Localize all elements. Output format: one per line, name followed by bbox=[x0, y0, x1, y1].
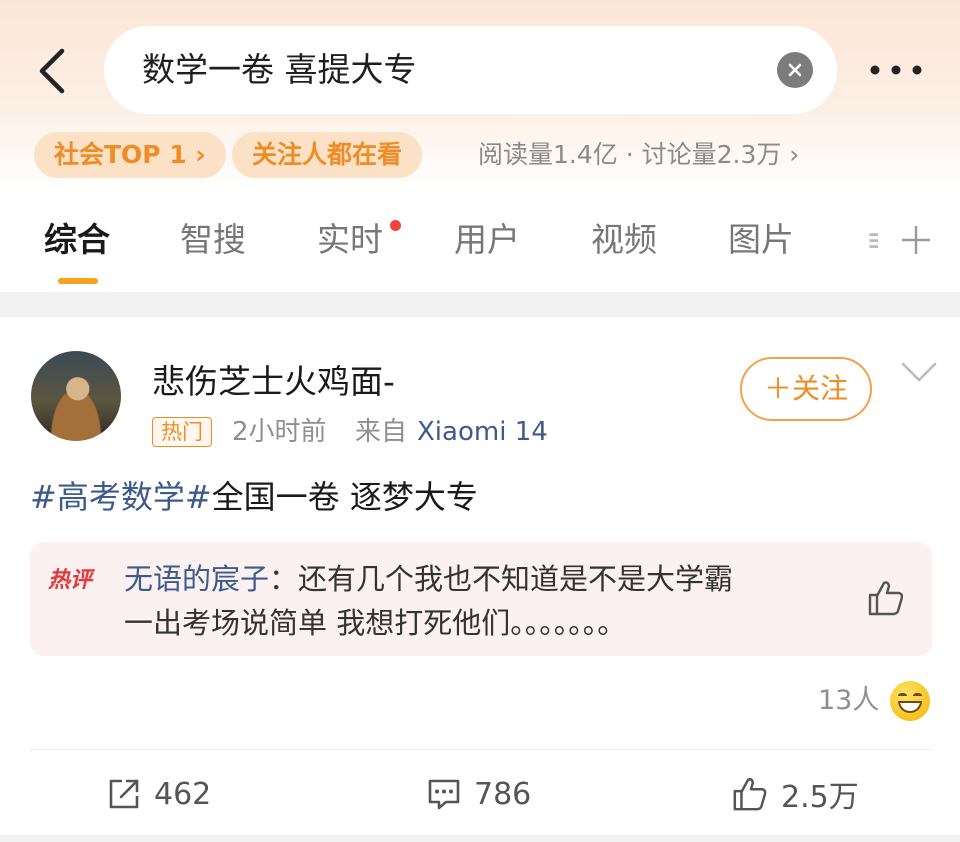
rank-badge[interactable]: 社会TOP 1 › bbox=[34, 132, 226, 178]
share-button[interactable]: 462 bbox=[106, 769, 211, 819]
divider bbox=[30, 749, 932, 750]
more-icon bbox=[870, 65, 922, 75]
tab-images[interactable]: 图片 bbox=[728, 210, 794, 270]
tab-comprehensive[interactable]: 综合 bbox=[44, 210, 110, 270]
post-device: Xiaomi 14 bbox=[417, 417, 548, 447]
hot-comment-label: 热评 bbox=[48, 568, 93, 593]
back-arrow-icon bbox=[39, 48, 65, 94]
hot-comment-author[interactable]: 无语的宸子 bbox=[124, 562, 269, 596]
topic-hashtag-link[interactable]: #高考数学# bbox=[30, 478, 212, 516]
comment-icon bbox=[428, 779, 460, 810]
tab-realtime[interactable]: 实时 bbox=[317, 210, 383, 270]
chevron-down-icon[interactable] bbox=[900, 359, 938, 385]
tab-users[interactable]: 用户 bbox=[454, 210, 520, 270]
thumbs-up-icon[interactable] bbox=[866, 578, 906, 618]
tab-smart-search[interactable]: 智搜 bbox=[180, 210, 246, 270]
clear-icon bbox=[788, 63, 802, 77]
comment-count: 786 bbox=[474, 776, 532, 812]
follow-button[interactable]: ＋关注 bbox=[740, 357, 872, 421]
post-source-prefix: 来自 bbox=[355, 417, 408, 447]
like-count: 2.5万 bbox=[781, 780, 859, 815]
more-button[interactable] bbox=[866, 50, 926, 90]
tab-bar: 综合 智搜 实时 用户 视频 图片 ≡ bbox=[0, 190, 960, 292]
post-username[interactable]: 悲伤芝士火鸡面- bbox=[152, 355, 395, 403]
following-badge[interactable]: 关注人都在看 bbox=[232, 132, 423, 178]
search-query-text: 数学一卷 喜提大专 bbox=[142, 50, 417, 89]
hot-comment-line-2: 一出考场说简单 我想打死他们。。。。。。。 bbox=[124, 606, 627, 640]
active-tab-indicator bbox=[58, 278, 98, 284]
plus-icon bbox=[902, 226, 930, 254]
hot-comment-line-1: 无语的宸子：还有几个我也不知道是不是大学霸 bbox=[124, 559, 733, 599]
avatar[interactable] bbox=[31, 351, 121, 441]
tab-overflow-hint: ≡ bbox=[866, 210, 878, 270]
comment-button[interactable]: 786 bbox=[426, 769, 531, 819]
hot-comment-text-1: ：还有几个我也不知道是不是大学霸 bbox=[269, 562, 734, 596]
add-tab-button[interactable] bbox=[896, 214, 936, 266]
thumbs-up-icon bbox=[733, 777, 767, 811]
grin-emoji-icon[interactable] bbox=[890, 681, 930, 721]
tab-videos[interactable]: 视频 bbox=[591, 210, 657, 270]
share-count: 462 bbox=[154, 776, 212, 812]
reactors-count: 13人 bbox=[818, 685, 880, 716]
hot-badge: 热门 bbox=[152, 417, 212, 447]
search-header: 数学一卷 喜提大专 社会TOP 1 › 关注人都在看 阅读量1.4亿 · 讨论量… bbox=[0, 0, 960, 190]
clear-search-button[interactable] bbox=[777, 52, 813, 88]
search-input[interactable]: 数学一卷 喜提大专 bbox=[104, 26, 837, 114]
post-body: #高考数学#全国一卷 逐梦大专 bbox=[30, 475, 478, 519]
post-card: 悲伤芝士火鸡面- 热门 2小时前 来自 Xiaomi 14 ＋关注 #高考数学#… bbox=[0, 317, 960, 835]
like-button[interactable]: 2.5万 bbox=[731, 769, 859, 819]
back-button[interactable] bbox=[30, 44, 74, 98]
post-time: 2小时前 bbox=[232, 417, 327, 447]
new-indicator-dot bbox=[390, 220, 401, 231]
topic-stats-link[interactable]: 阅读量1.4亿 · 讨论量2.3万 › bbox=[478, 132, 799, 178]
post-body-text: 全国一卷 逐梦大专 bbox=[211, 478, 478, 516]
share-icon bbox=[109, 779, 139, 809]
hot-comment[interactable]: 热评 无语的宸子：还有几个我也不知道是不是大学霸 一出考场说简单 我想打死他们。… bbox=[30, 542, 932, 656]
